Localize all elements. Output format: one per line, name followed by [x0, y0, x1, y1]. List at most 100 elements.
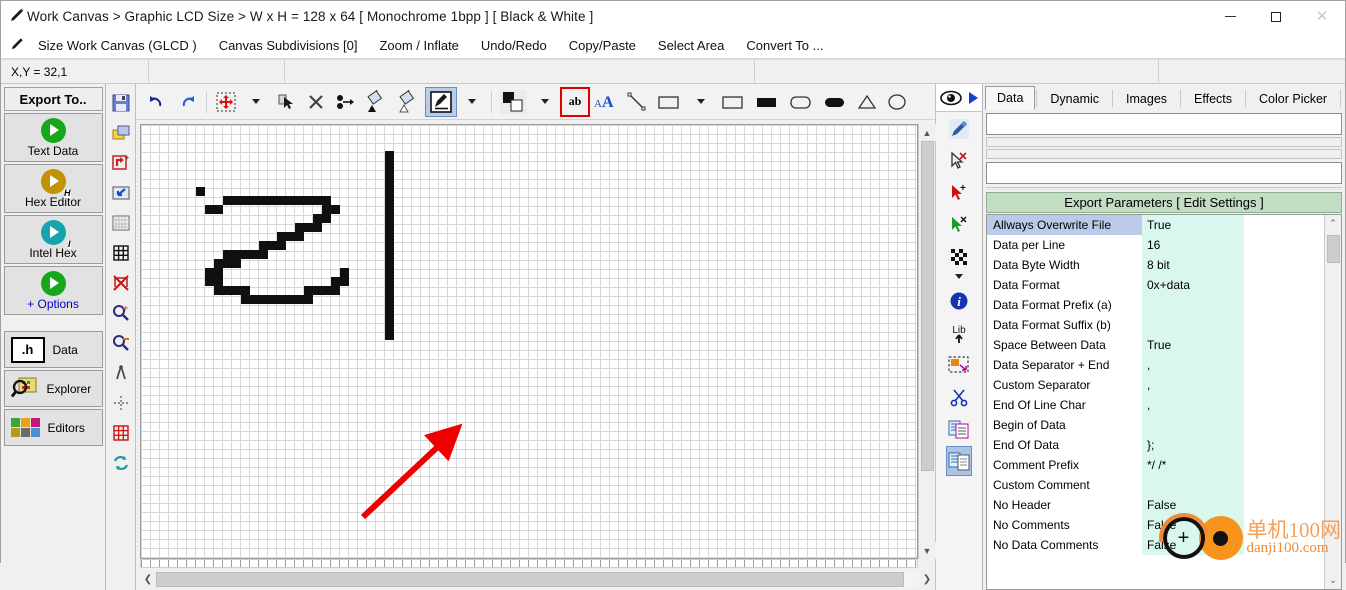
pattern-dropdown-caret-icon[interactable] — [946, 268, 972, 284]
panel-text-field-1[interactable] — [986, 113, 1342, 135]
param-row[interactable]: Allways Overwrite File True — [987, 215, 1324, 235]
canvas-pixel[interactable] — [223, 250, 232, 259]
canvas-pixel[interactable] — [250, 250, 259, 259]
menu-item-convert-to[interactable]: Convert To ... — [735, 35, 834, 56]
param-value[interactable]: False — [1142, 495, 1244, 515]
params-scroll-thumb[interactable] — [1326, 235, 1340, 263]
cursor-deselect-icon[interactable] — [946, 146, 972, 176]
tab-images[interactable]: Images — [1114, 87, 1179, 110]
crosshair-icon[interactable] — [108, 388, 134, 418]
canvas-pixel[interactable] — [223, 259, 232, 268]
param-row[interactable]: Space Between Data True — [987, 335, 1324, 355]
canvas-pixel[interactable] — [295, 232, 304, 241]
param-row[interactable]: Custom Separator, — [987, 375, 1324, 395]
info-icon[interactable]: i — [946, 286, 972, 316]
canvas-pixel[interactable] — [241, 286, 250, 295]
canvas-pixel[interactable] — [277, 241, 286, 250]
params-scroll-up-icon[interactable]: ⌃ — [1324, 215, 1341, 232]
hscroll-track[interactable] — [156, 571, 919, 587]
cursor-select-icon[interactable] — [271, 87, 301, 117]
save-as-icon[interactable] — [108, 118, 134, 148]
move-selection-icon[interactable] — [211, 87, 241, 117]
export-text-data-button[interactable]: Text Data — [3, 113, 103, 162]
canvas-pixel[interactable] — [385, 223, 394, 232]
param-row[interactable]: Comment Prefix */ /* — [987, 455, 1324, 475]
canvas-pixel[interactable] — [304, 196, 313, 205]
canvas-pixel[interactable] — [241, 295, 250, 304]
undo-icon[interactable] — [142, 87, 172, 117]
param-row[interactable]: No Comments False — [987, 515, 1324, 535]
param-value[interactable]: 16 — [1142, 235, 1244, 255]
param-value[interactable]: 8 bit — [1142, 255, 1244, 275]
pen-dropdown-caret-icon[interactable] — [457, 87, 487, 117]
param-value[interactable]: }; — [1142, 435, 1244, 455]
param-row[interactable]: Data Format Prefix (a) — [987, 295, 1324, 315]
rectangle-filled-icon[interactable] — [750, 87, 784, 117]
canvas-pixel[interactable] — [268, 196, 277, 205]
param-row[interactable]: End Of Data}; — [987, 435, 1324, 455]
cursor-green-remove-icon[interactable] — [946, 210, 972, 240]
canvas-pixel[interactable] — [322, 214, 331, 223]
param-value[interactable]: False — [1142, 515, 1244, 535]
canvas-pixel[interactable] — [385, 322, 394, 331]
delete-x-icon[interactable] — [301, 87, 331, 117]
export-options-button[interactable]: + Options — [3, 266, 103, 315]
scroll-right-arrow-icon[interactable]: ❯ — [919, 571, 935, 587]
canvas-pixel[interactable] — [385, 169, 394, 178]
canvas-pixel[interactable] — [277, 232, 286, 241]
canvas-pixel[interactable] — [385, 331, 394, 340]
library-icon[interactable]: Lib — [946, 318, 972, 348]
export-parameters-table[interactable]: Allways Overwrite File True Data per Line 1… — [987, 215, 1324, 589]
canvas-pixel[interactable] — [385, 277, 394, 286]
canvas-pixel[interactable] — [241, 250, 250, 259]
canvas-pixel[interactable] — [214, 286, 223, 295]
canvas-pixel[interactable] — [385, 178, 394, 187]
close-button[interactable]: ✕ — [1299, 1, 1345, 32]
param-row[interactable]: Begin of Data — [987, 415, 1324, 435]
canvas-pixel[interactable] — [313, 214, 322, 223]
canvas-pixel[interactable] — [286, 196, 295, 205]
param-value[interactable]: True — [1142, 335, 1244, 355]
data-h-button[interactable]: .h Data — [3, 331, 103, 368]
menu-item-size-work-canvas[interactable]: Size Work Canvas (GLCD ) — [27, 35, 208, 56]
refresh-icon[interactable] — [108, 448, 134, 478]
fill-black-icon[interactable] — [361, 87, 393, 117]
circle-icon[interactable] — [882, 87, 912, 117]
param-value[interactable] — [1142, 415, 1244, 435]
export-intel-hex-button[interactable]: I Intel Hex — [3, 215, 103, 264]
canvas-pixel[interactable] — [205, 205, 214, 214]
canvas-pixel[interactable] — [286, 295, 295, 304]
canvas-pixel[interactable] — [313, 196, 322, 205]
canvas-pixel[interactable] — [295, 223, 304, 232]
canvas-pixel[interactable] — [214, 205, 223, 214]
canvas-pixel[interactable] — [223, 196, 232, 205]
paste-icon[interactable] — [946, 446, 972, 476]
param-row[interactable]: No Data Comments False — [987, 535, 1324, 555]
canvas-pixel[interactable] — [286, 232, 295, 241]
param-value[interactable]: , — [1142, 395, 1244, 415]
canvas-pixel[interactable] — [304, 286, 313, 295]
cursor-add-icon[interactable]: + — [946, 178, 972, 208]
canvas-pixel[interactable] — [340, 277, 349, 286]
param-row[interactable]: No Header False — [987, 495, 1324, 515]
param-value[interactable]: , — [1142, 375, 1244, 395]
triangle-icon[interactable] — [852, 87, 882, 117]
canvas-pixel[interactable] — [214, 268, 223, 277]
canvas-pixel[interactable] — [331, 286, 340, 295]
canvas-pixel[interactable] — [385, 214, 394, 223]
color-dropdown-caret-icon[interactable] — [530, 87, 560, 117]
rectangle-icon[interactable] — [716, 87, 750, 117]
canvas-pixel[interactable] — [259, 250, 268, 259]
rounded-rect-filled-icon[interactable] — [818, 87, 852, 117]
canvas-pixel[interactable] — [385, 196, 394, 205]
red-grid-icon[interactable] — [108, 418, 134, 448]
canvas-pixel[interactable] — [385, 151, 394, 160]
canvas-pixel[interactable] — [232, 286, 241, 295]
canvas-pixel[interactable] — [385, 187, 394, 196]
canvas-pixel[interactable] — [232, 196, 241, 205]
line-tool-icon[interactable] — [622, 87, 652, 117]
explorer-button[interactable]: Explorer — [3, 370, 103, 407]
canvas-pixel[interactable] — [385, 250, 394, 259]
text-ab-icon[interactable]: ab — [560, 86, 590, 117]
minimize-button[interactable] — [1207, 1, 1253, 32]
